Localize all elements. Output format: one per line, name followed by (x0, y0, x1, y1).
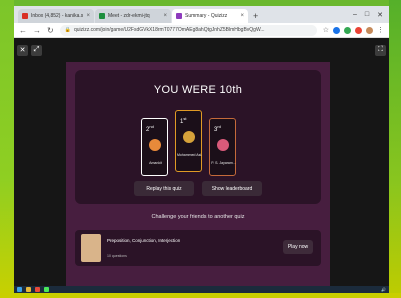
star-icon[interactable]: ☆ (323, 26, 329, 34)
url-text: quizizz.com/join/game/U2FsdGVkX18rmT0777… (73, 27, 265, 33)
podium-name: Amankit (149, 161, 162, 165)
podium-rank: 3rd (214, 124, 221, 133)
lock-icon: 🔒 (64, 27, 71, 33)
tab-label: Inbox (4,852) - kanika.s@aisect.or (31, 13, 84, 19)
gmail-icon (22, 13, 28, 19)
close-window-icon[interactable]: ✕ (377, 11, 383, 19)
address-bar: ← → ↻ 🔒 quizizz.com/join/game/U2FsdGVkX1… (14, 23, 389, 38)
explorer-icon[interactable] (26, 287, 31, 292)
frame-right (389, 0, 401, 298)
action-buttons: Replay this quiz Show leaderboard (75, 181, 321, 196)
tab-quizizz[interactable]: Summary - Quizizz × (172, 9, 248, 23)
meet-icon (99, 13, 105, 19)
extension-icon[interactable] (344, 26, 351, 34)
extension-icon[interactable] (355, 26, 362, 34)
quizizz-icon (176, 13, 182, 19)
close-icon[interactable]: × (86, 13, 90, 19)
volume-icon[interactable]: 🔊 (381, 287, 386, 292)
podium-rank: 2nd (146, 124, 154, 133)
podium-name: P. S. Jayaram... (211, 161, 236, 165)
browser-window: Inbox (4,852) - kanika.s@aisect.or × Mee… (14, 6, 389, 286)
tab-label: Meet - zdr-ekmi-jtq (108, 13, 150, 19)
close-icon[interactable]: × (163, 13, 167, 19)
minimize-icon[interactable]: – (353, 11, 357, 19)
back-icon[interactable]: ← (19, 26, 27, 35)
podium-second: 2nd Amankit (141, 118, 168, 176)
app-icon[interactable] (44, 287, 49, 292)
system-tray: 🔊 (381, 287, 386, 292)
podium-first: 1st Mohammed Asi... (175, 110, 202, 172)
extensions: ☆ ⋮ (323, 26, 384, 34)
reload-icon[interactable]: ↻ (47, 26, 54, 35)
avatar (183, 131, 195, 143)
maximize-icon[interactable]: □ (365, 11, 369, 19)
frame-left (0, 0, 14, 298)
start-icon[interactable] (17, 287, 22, 292)
quiz-title: Preposition, Conjunction, Interjection (107, 238, 181, 243)
taskbar: 🔊 (14, 286, 389, 293)
chrome-icon[interactable] (35, 287, 40, 292)
menu-icon[interactable]: ⋮ (377, 26, 384, 34)
close-icon[interactable]: × (240, 13, 244, 19)
frame-bottom (0, 293, 401, 298)
replay-button[interactable]: Replay this quiz (134, 181, 194, 196)
extension-icon[interactable] (333, 26, 340, 34)
window-controls: – □ ✕ (353, 11, 389, 19)
podium-rank: 1st (180, 116, 187, 125)
app-toolbar: ✕ ⤢ ⛶ (14, 38, 389, 62)
close-button[interactable]: ✕ (17, 44, 28, 56)
avatar (149, 139, 161, 151)
quiz-question-count: 10 questions (107, 254, 127, 258)
podium-third: 3rd P. S. Jayaram... (209, 118, 236, 176)
avatar[interactable] (366, 26, 373, 34)
podium-name: Mohammed Asi... (177, 153, 202, 157)
challenge-heading: Challenge your friends to another quiz (151, 214, 245, 220)
play-now-button[interactable]: Play now (283, 240, 313, 254)
quiz-suggestion-card[interactable]: Preposition, Conjunction, Interjection 1… (75, 230, 321, 266)
tab-bar: Inbox (4,852) - kanika.s@aisect.or × Mee… (14, 6, 389, 23)
summary-stage: YOU WERE 10th 2nd Amankit 1st Mohammed A… (66, 62, 330, 286)
result-card: YOU WERE 10th 2nd Amankit 1st Mohammed A… (75, 70, 321, 204)
new-tab-button[interactable]: + (249, 9, 262, 23)
url-field[interactable]: 🔒 quizizz.com/join/game/U2FsdGVkX18rmT07… (59, 24, 317, 36)
quiz-thumbnail (81, 234, 101, 262)
tab-label: Summary - Quizizz (185, 13, 228, 19)
leaderboard-button[interactable]: Show leaderboard (202, 181, 262, 196)
tab-meet[interactable]: Meet - zdr-ekmi-jtq × (95, 9, 171, 23)
fullscreen-button[interactable]: ⛶ (375, 44, 386, 56)
result-title: YOU WERE 10th (153, 84, 243, 96)
collapse-button[interactable]: ⤢ (31, 44, 42, 56)
quiz-app: ✕ ⤢ ⛶ YOU WERE 10th 2nd Amankit 1st Moha… (14, 38, 389, 286)
avatar (217, 139, 229, 151)
forward-icon[interactable]: → (33, 26, 41, 35)
tab-gmail[interactable]: Inbox (4,852) - kanika.s@aisect.or × (18, 9, 94, 23)
